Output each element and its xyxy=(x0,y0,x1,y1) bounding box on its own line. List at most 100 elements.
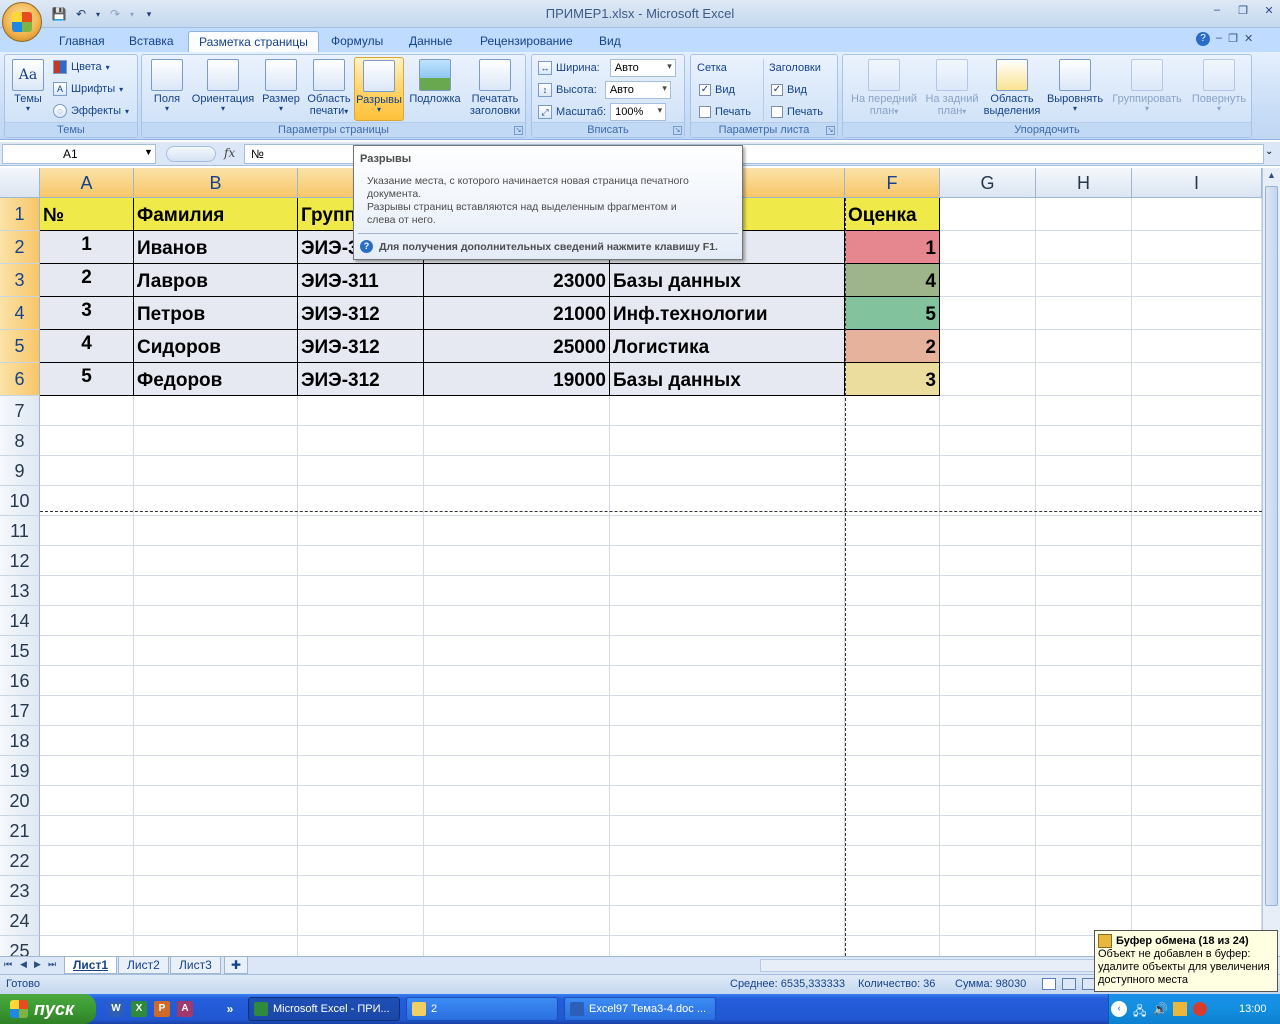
empty-cell[interactable] xyxy=(134,696,298,726)
last-sheet-icon[interactable]: ⏭ xyxy=(48,959,56,970)
empty-cell[interactable] xyxy=(940,696,1036,726)
column-header-b[interactable]: B xyxy=(134,168,298,198)
quicklaunch-more-icon[interactable]: » xyxy=(222,1001,238,1017)
empty-cell[interactable] xyxy=(424,846,610,876)
size-button[interactable]: Размер ▾ xyxy=(258,57,304,121)
empty-cell[interactable] xyxy=(134,516,298,546)
clipboard-tray-icon[interactable] xyxy=(1173,1002,1187,1016)
empty-cell[interactable] xyxy=(940,816,1036,846)
cell-salary[interactable]: 21000 xyxy=(424,297,610,330)
empty-cell[interactable] xyxy=(610,426,845,456)
print-area-button[interactable]: Область печати▾ xyxy=(304,57,354,121)
minimize-icon[interactable]: ‒ xyxy=(1206,4,1228,20)
empty-cell[interactable] xyxy=(1036,396,1132,426)
formula-bar-splitter[interactable] xyxy=(166,146,216,162)
gridlines-view-checkbox[interactable]: ✓ Вид xyxy=(699,80,735,100)
empty-cell[interactable] xyxy=(610,546,845,576)
scroll-up-icon[interactable]: ▲ xyxy=(1267,170,1276,180)
empty-cell[interactable] xyxy=(1036,666,1132,696)
cell-subject[interactable]: Инф.технологии xyxy=(610,297,845,330)
workbook-restore-icon[interactable]: ❐ xyxy=(1228,32,1238,46)
empty-cell[interactable] xyxy=(40,936,134,956)
scale-launcher-icon[interactable]: ↘ xyxy=(673,126,682,135)
empty-cell[interactable] xyxy=(40,786,134,816)
rotate-button[interactable]: Повернуть ▾ xyxy=(1187,57,1251,121)
empty-cell[interactable] xyxy=(424,456,610,486)
horizontal-scrollbar[interactable] xyxy=(760,959,1100,972)
empty-cell[interactable] xyxy=(610,516,845,546)
taskbar-folder[interactable]: 2 xyxy=(406,997,558,1021)
empty-cell[interactable] xyxy=(134,666,298,696)
row-header-7[interactable]: 7 xyxy=(0,396,40,426)
empty-cell[interactable] xyxy=(845,846,940,876)
access-quicklaunch-icon[interactable]: A xyxy=(177,1001,193,1017)
empty-cell[interactable] xyxy=(298,666,424,696)
cell-grade[interactable]: 1 xyxy=(845,231,940,264)
row-header-17[interactable]: 17 xyxy=(0,696,40,726)
row-header-23[interactable]: 23 xyxy=(0,876,40,906)
empty-cell[interactable] xyxy=(298,576,424,606)
empty-cell[interactable] xyxy=(940,666,1036,696)
empty-cell[interactable] xyxy=(298,606,424,636)
empty-cell[interactable] xyxy=(424,936,610,956)
empty-cell[interactable] xyxy=(845,576,940,606)
row-header-24[interactable]: 24 xyxy=(0,906,40,936)
empty-cell[interactable] xyxy=(1036,636,1132,666)
empty-cell[interactable] xyxy=(845,936,940,956)
empty-cell[interactable] xyxy=(940,846,1036,876)
taskbar-word[interactable]: Excel97 Тема3-4.doc ... xyxy=(564,997,716,1021)
page-setup-launcher-icon[interactable]: ↘ xyxy=(514,126,523,135)
row-header-3[interactable]: 3 xyxy=(0,264,40,297)
empty-cell[interactable] xyxy=(1036,726,1132,756)
row-header-16[interactable]: 16 xyxy=(0,666,40,696)
cell-salary[interactable]: 19000 xyxy=(424,363,610,396)
selection-pane-button[interactable]: Область выделения xyxy=(983,57,1041,121)
empty-cell[interactable] xyxy=(40,426,134,456)
scale-spinner[interactable]: 100% xyxy=(610,103,667,121)
empty-cell[interactable] xyxy=(298,756,424,786)
empty-cell[interactable] xyxy=(845,636,940,666)
empty-cell[interactable] xyxy=(610,636,845,666)
cell-group[interactable]: ЭИЭ-312 xyxy=(298,297,424,330)
empty-cell[interactable] xyxy=(1036,198,1132,231)
headings-print-checkbox[interactable]: Печать xyxy=(771,102,823,122)
empty-cell[interactable] xyxy=(940,363,1036,396)
bring-forward-button[interactable]: На передний план▾ xyxy=(845,57,923,121)
empty-cell[interactable] xyxy=(424,516,610,546)
empty-cell[interactable] xyxy=(845,756,940,786)
empty-cell[interactable] xyxy=(610,726,845,756)
row-header-2[interactable]: 2 xyxy=(0,231,40,264)
empty-cell[interactable] xyxy=(424,606,610,636)
empty-cell[interactable] xyxy=(134,786,298,816)
empty-cell[interactable] xyxy=(940,636,1036,666)
cell-salary[interactable]: 23000 xyxy=(424,264,610,297)
empty-cell[interactable] xyxy=(1132,846,1262,876)
speaker-icon[interactable]: 🔊 xyxy=(1153,1002,1168,1016)
empty-cell[interactable] xyxy=(424,426,610,456)
cell-subject[interactable]: Базы данных xyxy=(610,264,845,297)
background-button[interactable]: Подложка xyxy=(404,57,466,121)
empty-cell[interactable] xyxy=(1132,576,1262,606)
tab-formulas[interactable]: Формулы xyxy=(321,31,393,52)
empty-cell[interactable] xyxy=(298,786,424,816)
empty-cell[interactable] xyxy=(845,666,940,696)
row-header-12[interactable]: 12 xyxy=(0,546,40,576)
empty-cell[interactable] xyxy=(1036,426,1132,456)
workbook-minimize-icon[interactable]: ‒ xyxy=(1216,32,1222,46)
empty-cell[interactable] xyxy=(424,756,610,786)
empty-cell[interactable] xyxy=(1132,396,1262,426)
empty-cell[interactable] xyxy=(845,816,940,846)
prev-sheet-icon[interactable]: ◀ xyxy=(20,959,27,970)
empty-cell[interactable] xyxy=(1132,666,1262,696)
empty-cell[interactable] xyxy=(845,516,940,546)
empty-cell[interactable] xyxy=(1132,726,1262,756)
empty-cell[interactable] xyxy=(1036,264,1132,297)
empty-cell[interactable] xyxy=(1132,786,1262,816)
vertical-scrollbar[interactable]: ▲ xyxy=(1262,168,1280,956)
column-header-h[interactable]: H xyxy=(1036,168,1132,198)
empty-cell[interactable] xyxy=(40,396,134,426)
empty-cell[interactable] xyxy=(424,576,610,606)
empty-cell[interactable] xyxy=(1132,456,1262,486)
empty-cell[interactable] xyxy=(298,816,424,846)
empty-cell[interactable] xyxy=(298,726,424,756)
